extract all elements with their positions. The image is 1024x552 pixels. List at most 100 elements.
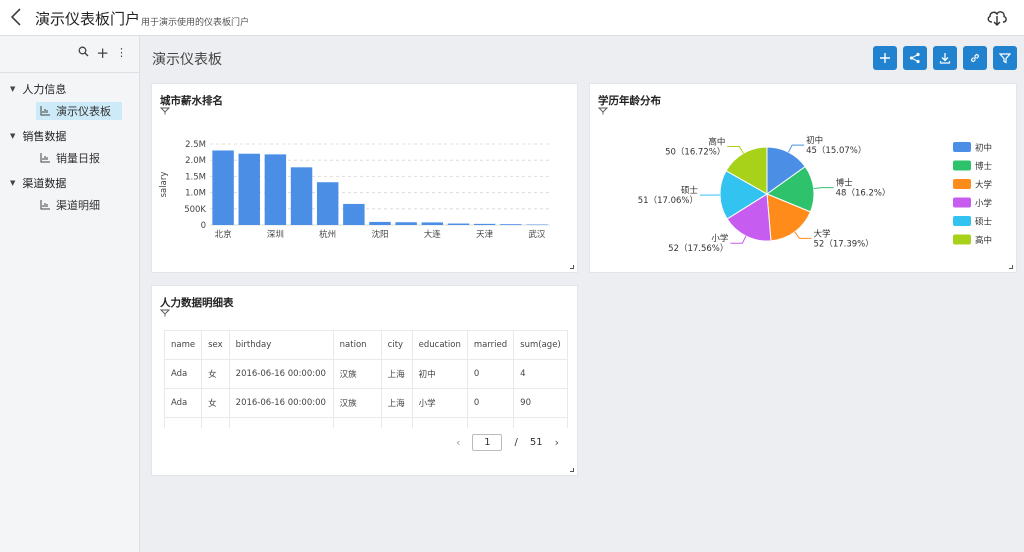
table-cell: 2016-06-16 00:00:00 (228, 359, 334, 389)
filter-icon (999, 53, 1011, 64)
column-header[interactable]: nation (332, 330, 382, 360)
table-cell: 0 (466, 388, 515, 418)
slice-label: 大学 (814, 228, 832, 239)
next-page-icon[interactable]: › (555, 436, 559, 449)
link-button[interactable] (963, 46, 987, 70)
share-button[interactable] (903, 46, 927, 70)
sidebar-item-daily-sales[interactable]: 销量日报 (36, 149, 104, 167)
column-header[interactable]: sum(age) (513, 330, 568, 360)
bar (238, 153, 260, 225)
cloud-download-icon[interactable] (986, 7, 1008, 27)
table-cell: 初中 (411, 359, 468, 389)
resize-handle[interactable] (1009, 265, 1013, 269)
sidebar-group-sales[interactable]: ▼ 销售数据 (10, 128, 66, 144)
more-icon[interactable]: ⋮ (116, 46, 127, 60)
sidebar-item-demo-dashboard[interactable]: 演示仪表板 (36, 102, 122, 120)
column-header[interactable]: married (466, 330, 515, 360)
x-tick-label: 深圳 (267, 229, 284, 240)
page-separator: / (514, 437, 518, 448)
total-pages: 51 (529, 437, 543, 448)
column-header[interactable]: education (411, 330, 468, 360)
bar (500, 224, 522, 225)
sidebar-group-label: 人力信息 (22, 83, 67, 96)
sidebar-item-label: 渠道明细 (56, 199, 100, 212)
table-cell: 90 (513, 388, 568, 418)
x-tick-label: 大连 (424, 229, 442, 240)
slice-value-label: 45（15.07%） (806, 145, 866, 156)
download-button[interactable] (933, 46, 957, 70)
add-icon[interactable]: + (96, 46, 109, 61)
table-cell: 汉族 (332, 388, 382, 418)
page-title: 演示仪表板门户 (35, 10, 141, 28)
table-cell: Ada (163, 388, 203, 418)
y-tick-label: 1.5M (185, 172, 206, 182)
table-cell: 女 (201, 388, 230, 418)
sidebar-item-channel-detail[interactable]: 渠道明细 (36, 196, 104, 214)
link-icon (970, 53, 980, 63)
share-icon (909, 52, 920, 64)
table-row: Ada 女 2016-06-16 00:00:00 汉族 上海 初中 0 4 (163, 359, 568, 389)
legend-label: 硕士 (975, 217, 993, 228)
slice-value-label: 52（17.56%） (668, 243, 728, 254)
bar (447, 223, 470, 225)
download-icon (939, 53, 951, 64)
bar (264, 154, 287, 225)
leader-line (727, 145, 744, 154)
column-header[interactable]: sex (201, 330, 230, 360)
column-header[interactable]: birthday (228, 330, 334, 360)
table-cell: 4 (513, 359, 568, 389)
y-tick-label: 1.0M (185, 189, 206, 199)
chart-icon (40, 106, 50, 116)
resize-handle[interactable] (570, 265, 574, 269)
bar (212, 150, 234, 225)
column-header[interactable]: city (380, 330, 413, 360)
add-icon (880, 53, 890, 63)
table-title: 人力数据明细表 (160, 297, 234, 309)
x-tick-label: 北京 (215, 229, 232, 240)
prev-page-icon[interactable]: ‹ (456, 436, 460, 449)
leader-line (730, 235, 747, 244)
y-axis-label: salary (159, 172, 169, 198)
legend-label: 高中 (975, 235, 992, 246)
resize-handle[interactable] (570, 468, 574, 472)
slice-label: 小学 (711, 233, 729, 244)
bar-chart-card: 城市薪水排名 0 500K 1.0M 1.5M 2.0M 2.5M salary 北京 深圳 杭州… (151, 83, 578, 273)
x-tick-label: 沈阳 (371, 229, 388, 240)
search-icon[interactable] (78, 46, 89, 60)
caret-down-icon: ▼ (10, 179, 16, 187)
legend-swatch (953, 216, 971, 226)
sidebar-group-label: 渠道数据 (22, 177, 67, 190)
legend-swatch (953, 179, 971, 189)
column-header[interactable]: name (163, 330, 203, 360)
back-icon[interactable] (6, 6, 28, 28)
bar (473, 223, 496, 225)
x-tick-label: 天津 (476, 229, 494, 240)
page-number-input[interactable]: 1 (472, 434, 503, 451)
add-widget-button[interactable] (873, 46, 897, 70)
bar (316, 182, 339, 225)
bar (369, 221, 391, 225)
slice-value-label: 50（16.72%） (665, 146, 725, 157)
table-row: Ada 女 2016-06-16 00:00:00 汉族 上海 小学 0 90 (163, 388, 568, 418)
chart-icon (40, 200, 50, 210)
pie-chart-card: 学历年龄分布 初中 45（15.07%） 博士 48（16.2%） 大学 52（17.39… (589, 83, 1017, 273)
table-cell: 2016-06-16 00:00:00 (228, 388, 334, 418)
slice-value-label: 52（17.39%） (814, 238, 874, 249)
y-tick-label: 2.0M (185, 156, 206, 166)
filter-button[interactable] (993, 46, 1017, 70)
page-subtitle: 用于演示使用的仪表板门户 (141, 18, 250, 28)
leader-line (794, 231, 812, 239)
sidebar-group-hr[interactable]: ▼ 人力信息 (10, 81, 66, 97)
bar (343, 203, 365, 225)
bar (395, 222, 417, 225)
dashboard-toolbar (873, 46, 1017, 70)
bar (290, 167, 313, 225)
table-cell: 0 (466, 359, 515, 389)
legend-label: 大学 (975, 180, 993, 191)
table-cell: 上海 (380, 388, 413, 418)
sidebar-group-channel[interactable]: ▼ 渠道数据 (10, 175, 66, 191)
sidebar: + ⋮ ▼ 人力信息 演示仪表板 ▼ 销售数据 销量日报 ▼ 渠道数据 渠道明细 (0, 36, 140, 552)
table-cell: 汉族 (332, 359, 382, 389)
funnel-icon (160, 309, 170, 317)
sidebar-group-label: 销售数据 (22, 130, 67, 143)
